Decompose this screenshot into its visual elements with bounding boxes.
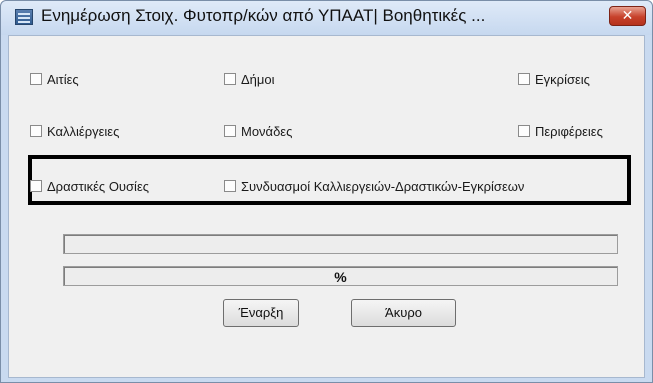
- checkbox-syndyasmoi[interactable]: Συνδυασμοί Καλλιεργειών-Δραστικών-Εγκρίσ…: [224, 177, 524, 195]
- checkbox-label: Δήμοι: [241, 71, 275, 87]
- checkbox-label: Μονάδες: [241, 123, 293, 139]
- checkbox-label: Αιτίες: [47, 71, 79, 87]
- dialog-client-area: Αιτίες Δήμοι Εγκρίσεις Καλλιέργειες Μονά…: [8, 35, 645, 378]
- item-progress-bar: %: [63, 266, 618, 286]
- dialog-window: Ενημέρωση Στοιχ. Φυτοπρ/κών από ΥΠΑΑΤ| Β…: [0, 0, 653, 383]
- checkbox-label: Περιφέρειες: [535, 123, 603, 139]
- checkbox-label: Εγκρίσεις: [535, 71, 590, 87]
- checkbox-dimoi[interactable]: Δήμοι: [224, 70, 275, 88]
- start-button[interactable]: Έναρξη: [223, 299, 299, 327]
- checkbox-drastikes-ousies[interactable]: Δραστικές Ουσίες: [30, 177, 149, 195]
- title-bar[interactable]: Ενημέρωση Στοιχ. Φυτοπρ/κών από ΥΠΑΑΤ| Β…: [1, 1, 652, 35]
- checkbox-monades[interactable]: Μονάδες: [224, 122, 292, 140]
- window-title: Ενημέρωση Στοιχ. Φυτοπρ/κών από ΥΠΑΑΤ| Β…: [41, 6, 486, 25]
- overall-progress-bar: [63, 234, 618, 254]
- cancel-button[interactable]: Άκυρο: [351, 299, 456, 327]
- checkbox-label: Δραστικές Ουσίες: [47, 178, 150, 194]
- checkbox-box[interactable]: [224, 73, 236, 85]
- checkbox-box[interactable]: [224, 180, 236, 192]
- checkbox-perifereies[interactable]: Περιφέρειες: [518, 122, 603, 140]
- checkbox-box[interactable]: [518, 73, 530, 85]
- percent-label: %: [334, 269, 347, 285]
- checkbox-box[interactable]: [30, 73, 42, 85]
- checkbox-box[interactable]: [30, 180, 42, 192]
- checkbox-box[interactable]: [518, 125, 530, 137]
- checkbox-kalliergeies[interactable]: Καλλιέργειες: [30, 122, 119, 140]
- checkbox-box[interactable]: [30, 125, 42, 137]
- close-button[interactable]: ✕: [609, 6, 646, 26]
- checkbox-label: Συνδυασμοί Καλλιεργειών-Δραστικών-Εγκρίσ…: [241, 178, 525, 194]
- checkbox-box[interactable]: [224, 125, 236, 137]
- checkbox-egkriseis[interactable]: Εγκρίσεις: [518, 70, 590, 88]
- checkbox-label: Καλλιέργειες: [47, 123, 120, 139]
- form-app-icon: [15, 9, 33, 25]
- checkbox-aities[interactable]: Αιτίες: [30, 70, 79, 88]
